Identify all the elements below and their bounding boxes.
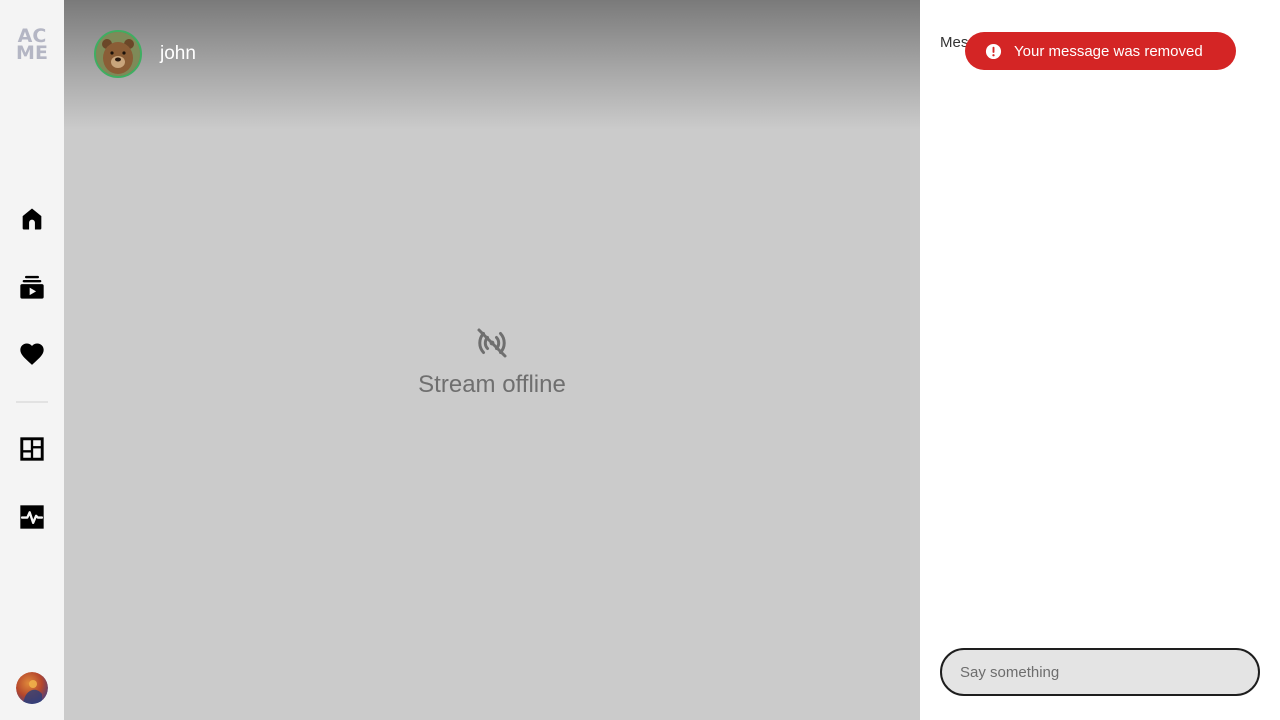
streamer-name[interactable]: john [160, 43, 196, 65]
nav-divider [16, 401, 48, 403]
stream-offline-text: Stream offline [418, 371, 566, 398]
logo-line-2: ME [16, 42, 48, 64]
activity-icon [20, 505, 44, 529]
bear-avatar-image [96, 32, 140, 76]
logo[interactable]: AC ME [16, 27, 48, 64]
stream-player[interactable]: john Stream offline [64, 0, 920, 720]
nav-activity[interactable] [16, 501, 48, 533]
heart-icon [20, 343, 44, 365]
app-root: AC ME john Stream offline Your message w… [0, 0, 1280, 720]
chat-panel: Messages Your message was removed [920, 0, 1280, 720]
streamer-avatar[interactable] [94, 30, 142, 78]
chat-message-input[interactable] [940, 648, 1260, 696]
nav-subscriptions[interactable] [16, 271, 48, 303]
error-toast[interactable]: Your message was removed [965, 32, 1236, 70]
nav-home[interactable] [16, 203, 48, 235]
signal-offline-icon [477, 328, 507, 358]
nav-favorites[interactable] [16, 338, 48, 370]
subscriptions-icon [20, 275, 44, 299]
user-avatar[interactable] [16, 672, 48, 704]
stream-offline-message: Stream offline [64, 324, 920, 399]
user-avatar-image [16, 672, 48, 704]
home-icon [22, 208, 42, 230]
error-icon [985, 43, 1002, 59]
stream-header: john [64, 0, 920, 130]
toast-text: Your message was removed [1014, 42, 1203, 60]
nav-dashboard[interactable] [16, 433, 48, 465]
dashboard-icon [20, 437, 44, 461]
sidebar: AC ME [0, 0, 64, 720]
